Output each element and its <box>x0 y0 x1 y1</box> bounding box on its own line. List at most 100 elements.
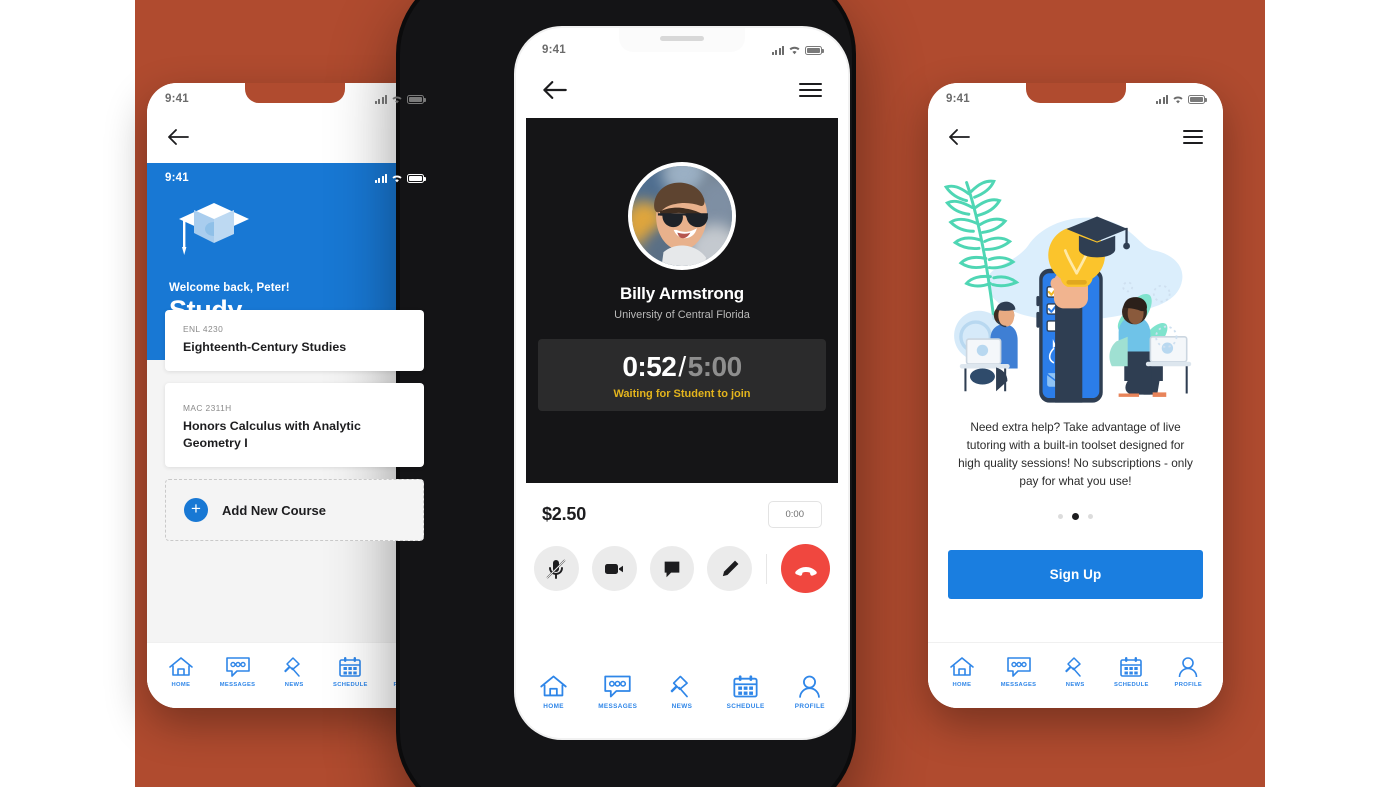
inner-status-indicators <box>374 173 426 183</box>
wifi-icon <box>1172 95 1184 104</box>
signup-button[interactable]: Sign Up <box>948 549 1203 599</box>
status-time: 9:41 <box>165 93 189 105</box>
add-new-course-button[interactable]: + Add New Course <box>165 479 424 542</box>
center-phone-notch <box>619 28 745 52</box>
end-call-button[interactable] <box>781 544 830 593</box>
screenshot-stage: 9:41 9:41 Welcome back, Peter! ENL 4230 … <box>0 0 1400 787</box>
tutor-name: Billy Armstrong <box>620 284 744 303</box>
session-timer-box: 0:52/5:00 Waiting for Student to join <box>538 339 826 411</box>
hamburger-menu-icon[interactable] <box>799 82 822 98</box>
tab-label: SCHEDULE <box>726 703 765 710</box>
welcome-message: Welcome back, Peter! <box>169 282 290 294</box>
status-indicators <box>374 94 426 104</box>
tab-label: MESSAGES <box>219 681 256 688</box>
phone-hangup-icon <box>794 566 817 576</box>
cellular-signal-icon <box>1155 94 1168 104</box>
status-indicators <box>1155 94 1207 104</box>
left-phone-mockup: 9:41 9:41 Welcome back, Peter! ENL 4230 … <box>147 83 442 708</box>
sidebar-item-news[interactable]: NEWS <box>1062 656 1088 688</box>
arrow-left-icon[interactable] <box>948 129 970 145</box>
center-phone-screen: 9:41 Billy Armstrong University of Centr… <box>516 28 848 738</box>
signup-button-wrap: Sign Up <box>928 520 1223 599</box>
left-phone-notch <box>244 83 345 103</box>
sidebar-item-profile[interactable]: PROFILE <box>1175 656 1203 688</box>
hamburger-menu-icon[interactable] <box>1183 129 1203 145</box>
mini-timer-field[interactable]: 0:00 <box>767 501 822 528</box>
sidebar-item-schedule[interactable]: SCHEDULE <box>727 674 765 710</box>
battery-icon <box>407 173 426 183</box>
tab-label: NEWS <box>284 681 304 688</box>
tab-label: NEWS <box>1065 681 1085 688</box>
left-phone-screen: 9:41 9:41 Welcome back, Peter! ENL 4230 … <box>147 83 442 708</box>
avatar-face <box>654 182 708 266</box>
whiteboard-button[interactable] <box>707 546 753 591</box>
online-tutoring-illustration <box>928 163 1223 413</box>
chat-bubble-filled-icon <box>664 561 680 577</box>
center-phone-mockup: 9:41 Billy Armstrong University of Centr… <box>516 28 848 738</box>
sidebar-item-home[interactable]: HOME <box>949 656 975 688</box>
earpiece-speaker <box>660 36 704 41</box>
sidebar-item-messages[interactable]: MESSAGES <box>598 674 637 710</box>
session-timer: 0:52/5:00 <box>538 351 826 383</box>
sidebar-item-profile[interactable]: PROFILE <box>795 674 825 710</box>
sidebar-item-home[interactable]: HOME <box>168 656 194 688</box>
tab-label: PROFILE <box>1174 681 1203 688</box>
inner-status-time: 9:41 <box>165 172 189 184</box>
status-time: 9:41 <box>946 93 970 105</box>
cellular-signal-icon <box>374 173 387 183</box>
promo-text: Need extra help? Take advantage of live … <box>958 420 1193 488</box>
cellular-signal-icon <box>771 45 784 55</box>
graduation-cap-icon <box>147 187 442 276</box>
left-tab-bar: HOME MESSAGES NEWS SCHEDULE PROFILE <box>147 642 442 708</box>
sidebar-item-news[interactable]: NEWS <box>667 674 696 710</box>
call-controls <box>516 528 848 593</box>
cellular-signal-icon <box>374 94 387 104</box>
right-tab-bar: HOME MESSAGES NEWS SCHEDULE PROFILE <box>928 642 1223 708</box>
tab-label: SCHEDULE <box>1114 681 1149 688</box>
tab-label: PROFILE <box>794 703 825 710</box>
tutor-school: University of Central Florida <box>614 309 750 321</box>
microphone-off-icon <box>546 558 567 579</box>
course-code: MAC 2311H <box>183 403 232 414</box>
carousel-dot-active[interactable] <box>1072 512 1079 520</box>
tab-label: MESSAGES <box>1000 681 1037 688</box>
carousel-dot[interactable] <box>1088 513 1093 519</box>
chat-button[interactable] <box>649 546 695 591</box>
sidebar-item-schedule[interactable]: SCHEDULE <box>333 656 368 688</box>
battery-icon <box>805 45 824 55</box>
video-button[interactable] <box>591 546 637 591</box>
timer-separator: / <box>678 351 686 382</box>
wifi-icon <box>788 45 801 55</box>
carousel-dots <box>928 491 1223 520</box>
center-tab-bar: HOME MESSAGES NEWS SCHEDULE PROFILE <box>516 660 848 738</box>
battery-icon <box>407 94 426 104</box>
mute-button[interactable] <box>534 546 579 591</box>
tab-label: HOME <box>543 703 564 710</box>
right-navbar <box>928 111 1223 163</box>
course-name: Eighteenth-Century Studies <box>183 340 347 354</box>
course-card[interactable]: MAC 2311H Honors Calculus with Analytic … <box>165 383 424 468</box>
total-time: 5:00 <box>687 351 743 382</box>
left-navbar <box>147 111 442 163</box>
wifi-icon <box>391 95 403 104</box>
carousel-dot[interactable] <box>1058 513 1063 519</box>
arrow-left-icon[interactable] <box>167 129 189 145</box>
sidebar-item-messages[interactable]: MESSAGES <box>1001 656 1037 688</box>
session-price-row: $2.50 0:00 <box>516 483 848 528</box>
sidebar-item-schedule[interactable]: SCHEDULE <box>1114 656 1149 688</box>
sidebar-item-news[interactable]: NEWS <box>281 656 307 688</box>
course-code: ENL 4230 <box>183 324 224 334</box>
battery-icon <box>1188 94 1207 104</box>
pencil-icon <box>722 560 739 576</box>
course-card[interactable]: ENL 4230 Eighteenth-Century Studies <box>165 310 424 372</box>
right-phone-screen: 9:41 Need extra help? Take advantage of … <box>928 83 1223 708</box>
tab-label: MESSAGES <box>598 703 638 710</box>
tab-label: NEWS <box>671 703 693 710</box>
status-time: 9:41 <box>542 44 566 56</box>
arrow-left-icon[interactable] <box>542 81 567 99</box>
sidebar-item-home[interactable]: HOME <box>539 674 568 710</box>
course-name: Honors Calculus with Analytic Geometry I <box>183 419 361 450</box>
add-new-course-label: Add New Course <box>222 502 327 518</box>
left-inner-status-bar: 9:41 <box>147 163 442 187</box>
sidebar-item-messages[interactable]: MESSAGES <box>220 656 256 688</box>
